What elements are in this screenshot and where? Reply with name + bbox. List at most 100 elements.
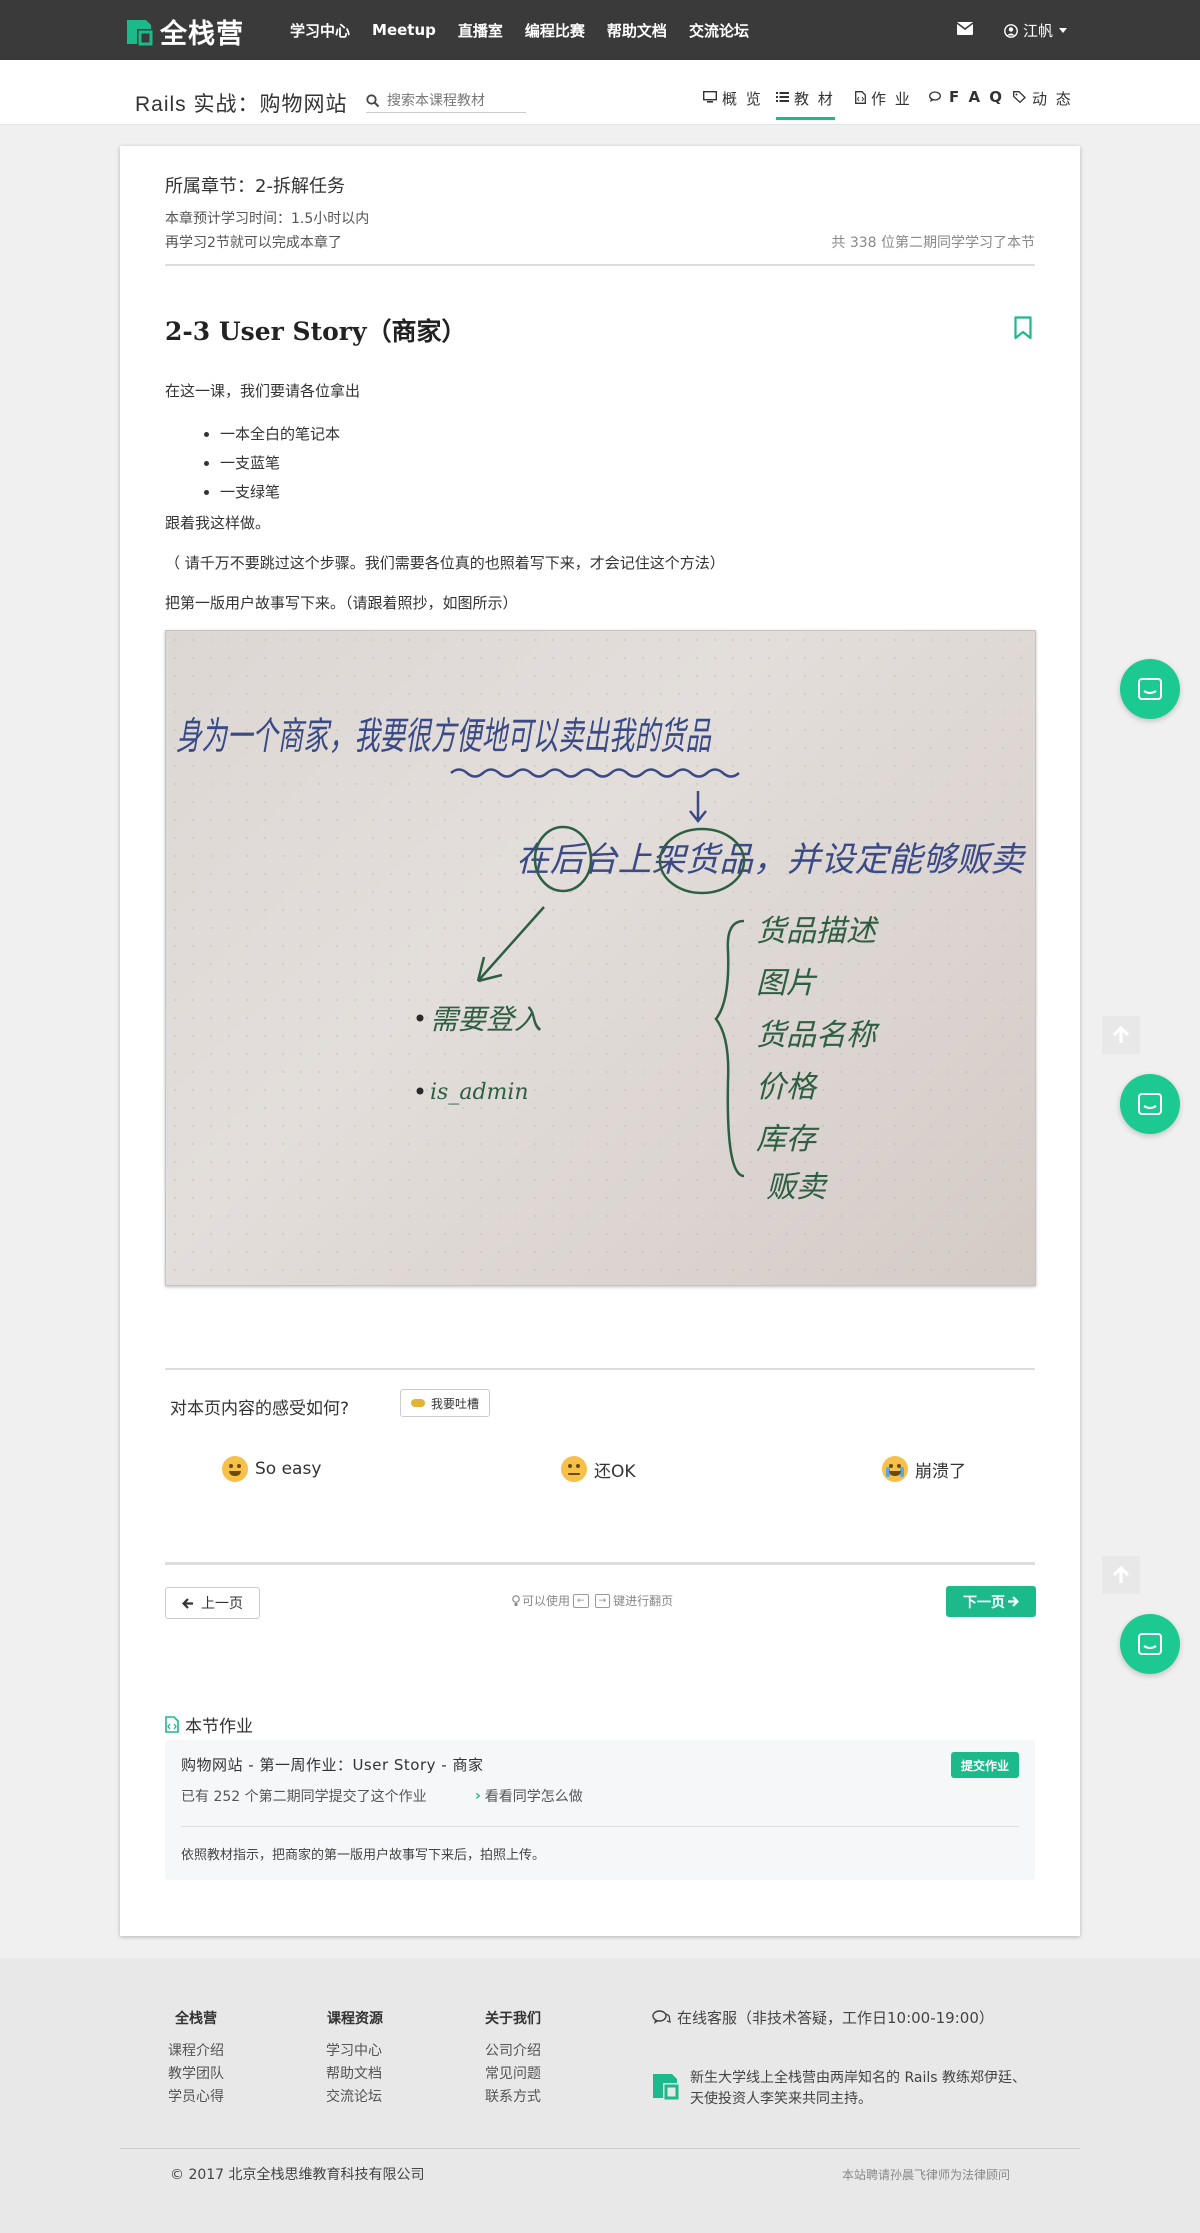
left-key: ← — [573, 1593, 589, 1608]
footer-link[interactable]: 交流论坛 — [326, 2086, 382, 2106]
prev-page-button[interactable]: 上一页 — [165, 1587, 260, 1619]
complain-button[interactable]: 我要吐槽 — [400, 1389, 491, 1417]
nav-meetup[interactable]: Meetup — [372, 21, 436, 39]
footer-link[interactable]: 联系方式 — [485, 2086, 541, 2106]
tab-activity[interactable]: 动 态 — [1013, 88, 1073, 120]
arrow-up-icon — [1112, 1025, 1130, 1043]
chat-icon — [1138, 678, 1162, 700]
file-code-icon — [855, 91, 866, 104]
nav-learning-center[interactable]: 学习中心 — [290, 20, 350, 41]
chevron-down-icon — [1059, 28, 1068, 33]
learner-count: 共 338 位第二期同学学习了本节 — [831, 235, 1035, 251]
chat-widget-button[interactable] — [1120, 1074, 1180, 1134]
homework-section-label: 本节作业 — [185, 1717, 253, 1737]
footer-link[interactable]: 教学团队 — [168, 2063, 224, 2083]
tab-homework[interactable]: 作 业 — [855, 88, 912, 120]
next-page-label: 下一页 — [963, 1594, 1005, 1611]
divider — [120, 2148, 1080, 2149]
handwritten-notes-photo[interactable]: 身为一个商家，我要很方便地可以卖出我的货品 在后台上架货品，并设定能够贩卖 需要… — [165, 630, 1036, 1286]
footer-link[interactable]: 公司介绍 — [485, 2040, 541, 2060]
footer-link[interactable]: 常见问题 — [485, 2063, 541, 2083]
nav-live-room[interactable]: 直播室 — [458, 20, 503, 41]
note-right-item: 图片 — [756, 966, 818, 1001]
submit-homework-button[interactable]: 提交作业 — [950, 1752, 1019, 1778]
homework-card: 购物网站 - 第一周作业：User Story - 商家 提交作业 已有 252… — [165, 1740, 1035, 1880]
site-footer: 全栈营 课程介绍 教学团队 学员心得 课程资源 学习中心 帮助文档 交流论坛 关… — [0, 1958, 1200, 2233]
note-right-item: 货品描述 — [756, 914, 880, 949]
about-text: 新生大学线上全栈营由两岸知名的 Rails 教练郑伊廷、天使投资人李笑来共同主持… — [690, 2070, 1026, 2107]
chat-widget-button[interactable] — [1120, 659, 1180, 719]
tags-icon — [1013, 91, 1026, 103]
brand-logo[interactable]: 全栈营 — [124, 12, 244, 51]
lesson-note: （ 请千万不要跳过这个步骤。我们需要各位真的也照着写下来，才会记住这个方法） — [165, 554, 725, 572]
study-time-estimate: 本章预计学习时间：1.5小时以内 — [165, 211, 370, 227]
copyright: © 2017 北京全栈思维教育科技有限公司 — [170, 2167, 425, 2183]
lesson-follow: 跟着我这样做。 — [165, 514, 271, 532]
footer-col-title: 全栈营 — [175, 2011, 217, 2027]
chat-icon — [1138, 1633, 1162, 1655]
homework-section-title: 本节作业 — [165, 1712, 253, 1737]
hint-prefix: 可以使用 — [522, 1594, 571, 1608]
feedback-easy[interactable]: So easy — [222, 1456, 321, 1482]
list-icon — [776, 92, 789, 102]
homework-title[interactable]: 购物网站 - 第一周作业：User Story - 商家 — [181, 1754, 483, 1775]
lesson-instruction: 把第一版用户故事写下来。（请跟着照抄，如图所示） — [165, 594, 518, 612]
footer-col-title: 关于我们 — [485, 2011, 541, 2027]
divider — [181, 1826, 1019, 1827]
hint-suffix: 键进行翻页 — [613, 1594, 674, 1608]
note-right-item: 货品名称 — [756, 1018, 880, 1053]
homework-submission-count: 已有 252 个第二期同学提交了这个作业 — [181, 1789, 427, 1805]
tab-materials[interactable]: 教 材 — [776, 88, 835, 120]
list-item: 一支绿笔 — [220, 478, 340, 507]
tab-activity-label: 动 态 — [1032, 90, 1073, 108]
materials-list: 一本全白的笔记本 一支蓝笔 一支绿笔 — [200, 420, 340, 507]
back-to-top-button[interactable] — [1102, 1556, 1140, 1594]
feedback-ok[interactable]: 还OK — [561, 1456, 636, 1482]
user-name: 江帆 — [1023, 22, 1054, 40]
feedback-crash[interactable]: 崩溃了 — [882, 1456, 966, 1482]
comments-icon — [652, 2010, 671, 2024]
online-service-label: 在线客服（非技术答疑，工作日10:00-19:00） — [677, 2009, 994, 2027]
nav-contest[interactable]: 编程比赛 — [525, 20, 585, 41]
nav-help-docs[interactable]: 帮助文档 — [607, 20, 667, 41]
chat-widget-button[interactable] — [1120, 1614, 1180, 1674]
nav-forum[interactable]: 交流论坛 — [689, 20, 749, 41]
footer-col-title: 课程资源 — [327, 2011, 383, 2027]
note-left-item: is_admin — [430, 1080, 529, 1105]
divider — [165, 264, 1035, 266]
arrow-left-icon — [182, 1597, 193, 1609]
back-to-top-button[interactable] — [1102, 1016, 1140, 1054]
footer-link[interactable]: 帮助文档 — [326, 2063, 382, 2083]
comments-icon — [929, 91, 941, 102]
prev-page-label: 上一页 — [201, 1596, 243, 1612]
lesson-intro: 在这一课，我们要请各位拿出 — [165, 382, 361, 400]
brand-logo-icon — [127, 19, 153, 45]
chapter-label[interactable]: 所属章节：2-拆解任务 — [165, 172, 345, 198]
footer-link[interactable]: 学员心得 — [168, 2086, 224, 2106]
tab-materials-label: 教 材 — [794, 90, 835, 108]
course-tabs: 概 览 教 材 作 业 F A Q 动 态 — [0, 88, 1200, 124]
online-service-link[interactable]: 在线客服（非技术答疑，工作日10:00-19:00） — [652, 2007, 994, 2028]
chevron-right-icon: › — [475, 1788, 481, 1804]
tab-faq[interactable]: F A Q — [929, 88, 1004, 120]
bullet-dot — [416, 1014, 424, 1022]
footer-link[interactable]: 学习中心 — [326, 2040, 382, 2060]
tab-overview[interactable]: 概 览 — [703, 88, 763, 120]
note-right-item: 价格 — [756, 1070, 819, 1105]
brand-name: 全栈营 — [160, 19, 244, 50]
note-line-2: 在后台上架货品，并设定能够贩卖 — [516, 840, 1027, 880]
list-item: 一本全白的笔记本 — [220, 420, 340, 449]
next-page-button[interactable]: 下一页 — [946, 1586, 1036, 1617]
user-menu[interactable]: 江帆 — [1004, 20, 1068, 41]
mail-icon[interactable] — [957, 22, 973, 35]
feedback-crash-label: 崩溃了 — [915, 1461, 966, 1482]
bookmark-icon[interactable] — [1014, 316, 1032, 340]
list-item: 一支蓝笔 — [220, 449, 340, 478]
footer-link[interactable]: 课程介绍 — [168, 2040, 224, 2060]
main-nav: 学习中心 Meetup 直播室 编程比赛 帮助文档 交流论坛 — [290, 0, 771, 60]
brand-logo-icon — [653, 2074, 679, 2100]
keyboard-hint: 可以使用 ← → 键进行翻页 — [512, 1592, 673, 1609]
lesson-title: 2-3 User Story（商家） — [165, 317, 467, 346]
see-classmates-link[interactable]: › 看看同学怎么做 — [475, 1786, 583, 1806]
note-right-item: 贩卖 — [766, 1170, 829, 1205]
